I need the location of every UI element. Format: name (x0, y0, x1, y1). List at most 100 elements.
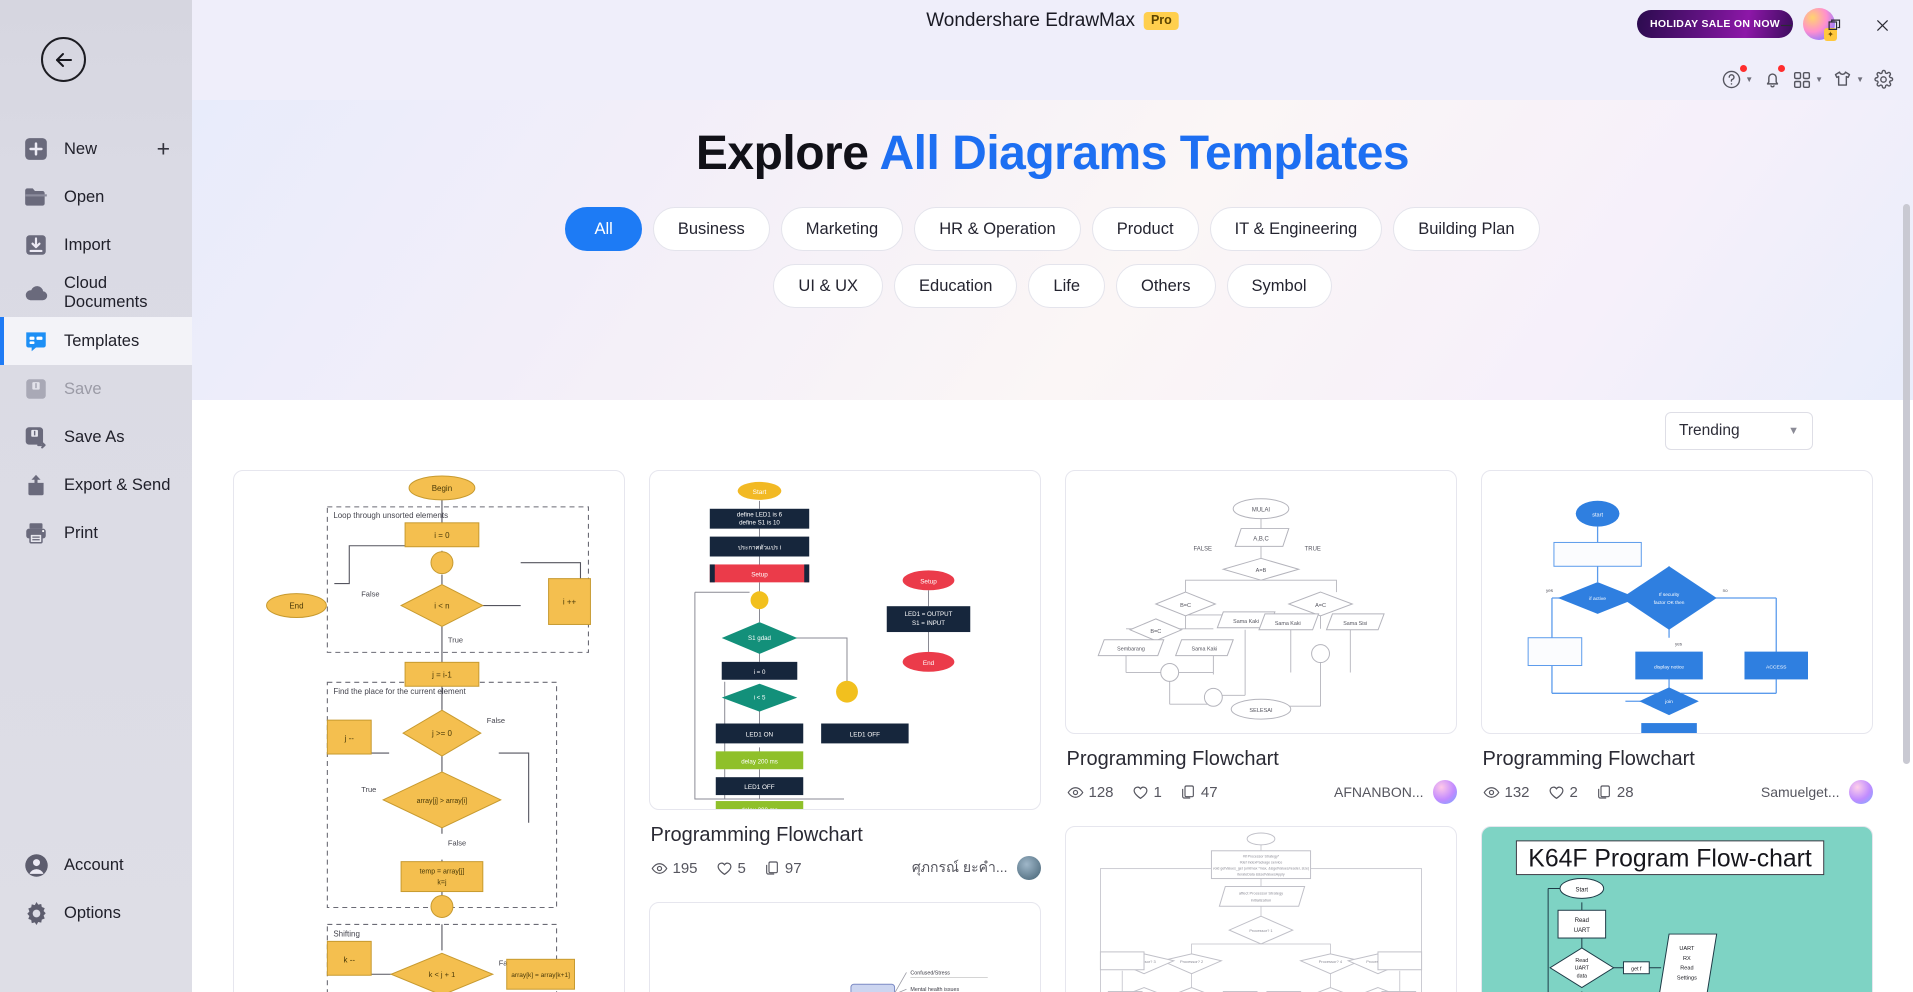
filter-pill-ui-ux[interactable]: UI & UX (773, 264, 884, 308)
template-card-programming-flowchart-mulai[interactable]: MULAI A,B,C A=B FALSE TRUE B=C B=C Semba… (1064, 470, 1457, 804)
category-filters-row1: All Business Marketing HR & Operation Pr… (473, 207, 1633, 251)
maximize-button[interactable] (1813, 12, 1855, 38)
template-thumbnail: start if active yes no If security facto… (1480, 470, 1873, 734)
svg-text:Mental health issues: Mental health issues (910, 987, 959, 992)
svg-text:#def IndexPackage service: #def IndexPackage service (1239, 861, 1282, 865)
template-card-programming-flowchart-led[interactable]: Start define LED1 is 6 define S1 is 10 ป… (648, 470, 1041, 880)
svg-text:yes: yes (1546, 588, 1554, 593)
sidebar-item-templates[interactable]: Templates (0, 317, 192, 365)
template-thumbnail: #if Processor Strategy* #def IndexPackag… (1064, 826, 1457, 992)
copies-stat: 28 (1596, 784, 1634, 801)
cloud-icon (22, 279, 50, 307)
sidebar-item-export-send[interactable]: Export & Send (0, 461, 192, 509)
svg-text:i ++: i ++ (562, 598, 576, 607)
svg-text:i = 0: i = 0 (434, 531, 450, 540)
sidebar-item-new[interactable]: New + (0, 125, 192, 173)
filter-pill-marketing[interactable]: Marketing (780, 207, 904, 251)
template-card-large-gray-flowchart[interactable]: #if Processor Strategy* #def IndexPackag… (1064, 826, 1457, 992)
copy-icon (1181, 785, 1194, 799)
author-name: Samuelget... (1760, 784, 1840, 800)
svg-text:UART: UART (1573, 928, 1589, 934)
sidebar-item-print[interactable]: Print (0, 509, 192, 557)
eye-icon (1483, 786, 1499, 798)
svg-text:data: data (1576, 974, 1586, 980)
svg-text:Loop through unsorted elements: Loop through unsorted elements (333, 511, 448, 520)
sidebar-item-cloud-documents[interactable]: Cloud Documents (0, 269, 192, 317)
svg-text:Begin: Begin (431, 484, 451, 493)
filter-pill-life[interactable]: Life (1028, 264, 1106, 308)
settings-button[interactable] (1870, 66, 1897, 93)
sort-dropdown[interactable]: Trending ▼ (1665, 412, 1813, 450)
new-plus-button[interactable]: + (157, 137, 170, 161)
vertical-scrollbar[interactable] (1903, 204, 1910, 764)
help-badge (1740, 65, 1748, 72)
template-card-mindmap[interactable]: IF program NOT provided Student Parents … (648, 902, 1041, 992)
template-title: Programming Flowchart (650, 824, 863, 846)
import-icon (22, 231, 50, 259)
sidebar-bottom-nav: Account Options (0, 841, 192, 937)
template-thumbnail: Start define LED1 is 6 define S1 is 10 ป… (648, 470, 1041, 810)
filter-pill-hr-operation[interactable]: HR & Operation (914, 207, 1081, 251)
views-count: 195 (672, 859, 698, 877)
svg-text:Processor? 4: Processor? 4 (1318, 959, 1342, 964)
filter-pill-education[interactable]: Education (894, 264, 1018, 308)
svg-text:k=j: k=j (437, 880, 447, 887)
category-filters-row2: UI & UX Education Life Others Symbol (473, 264, 1633, 308)
sidebar-item-account[interactable]: Account (0, 841, 192, 889)
svg-text:void getValues_get (uintmax *m: void getValues_get (uintmax *max, &&getV… (1212, 867, 1308, 871)
author-avatar (1016, 856, 1041, 880)
help-button[interactable]: ▼ (1718, 65, 1756, 93)
template-author[interactable]: ศุภกรณ์ ยะคํา... (912, 856, 1041, 880)
sidebar-item-label: Save As (64, 427, 125, 446)
sidebar-item-open[interactable]: Open (0, 173, 192, 221)
author-name: AFNANBON... (1334, 784, 1424, 800)
svg-text:delay 200 ms: delay 200 ms (741, 758, 778, 765)
sidebar-item-label: Save (64, 379, 102, 398)
svg-text:True: True (361, 785, 376, 794)
filter-pill-it-engineering[interactable]: IT & Engineering (1209, 207, 1383, 251)
filter-pill-product[interactable]: Product (1091, 207, 1199, 251)
notifications-button[interactable] (1759, 65, 1786, 93)
apps-button[interactable]: ▼ (1789, 67, 1826, 93)
template-card-insertion-sort[interactable]: Loop through unsorted elements Find the … (232, 470, 625, 992)
edrawmax-window: New + Open Import Cloud Documents Templa… (0, 0, 1913, 992)
svg-text:A,B,C: A,B,C (1253, 536, 1269, 542)
svg-text:#if Processor Strategy*: #if Processor Strategy* (1242, 855, 1279, 859)
large-gray-flowchart-art: #if Processor Strategy* #def IndexPackag… (1086, 827, 1435, 992)
svg-text:Confused/Stress: Confused/Stress (910, 970, 950, 976)
chevron-down-icon: ▼ (1856, 75, 1864, 84)
template-author[interactable]: AFNANBON... (1334, 780, 1457, 804)
filter-pill-symbol[interactable]: Symbol (1226, 264, 1332, 308)
sidebar-item-save-as[interactable]: Save As (0, 413, 192, 461)
k64f-flowchart-art: K64F Program Flow-chart Start Read UART … (1502, 827, 1851, 992)
svg-text:display notice: display notice (1654, 664, 1684, 670)
svg-text:Start: Start (1575, 887, 1588, 893)
filter-pill-business[interactable]: Business (652, 207, 770, 251)
close-button[interactable] (1861, 12, 1903, 38)
filter-pill-all[interactable]: All (565, 207, 642, 251)
page-title: Explore All Diagrams Templates (192, 100, 1913, 181)
back-button[interactable] (41, 37, 86, 82)
sidebar-item-label: Cloud Documents (64, 274, 148, 311)
svg-text:LED1 OFF: LED1 OFF (744, 784, 775, 791)
theme-button[interactable]: ▼ (1829, 66, 1867, 93)
app-title-text: Wondershare EdrawMax (926, 10, 1135, 31)
sidebar-item-label: Import (64, 235, 111, 254)
template-author[interactable]: Samuelget... (1761, 780, 1873, 804)
filter-pill-others[interactable]: Others (1116, 264, 1216, 308)
template-card-programming-flowchart-blue[interactable]: start if active yes no If security facto… (1480, 470, 1873, 804)
sidebar-item-import[interactable]: Import (0, 221, 192, 269)
sidebar-item-label: Options (64, 903, 121, 922)
template-card-k64f[interactable]: K64F Program Flow-chart Start Read UART … (1480, 826, 1873, 992)
copies-count: 47 (1200, 783, 1218, 801)
svg-text:Shifting: Shifting (333, 929, 360, 938)
likes-count: 1 (1153, 783, 1162, 801)
minimize-button[interactable] (1765, 12, 1807, 38)
tshirt-icon (1834, 71, 1851, 86)
heart-icon (1549, 786, 1564, 799)
svg-text:True: True (447, 635, 462, 644)
svg-text:S1 = INPUT: S1 = INPUT (911, 620, 944, 627)
templates-page: Explore All Diagrams Templates All Busin… (192, 100, 1913, 992)
sidebar-item-options[interactable]: Options (0, 889, 192, 937)
filter-pill-building-plan[interactable]: Building Plan (1393, 207, 1540, 251)
